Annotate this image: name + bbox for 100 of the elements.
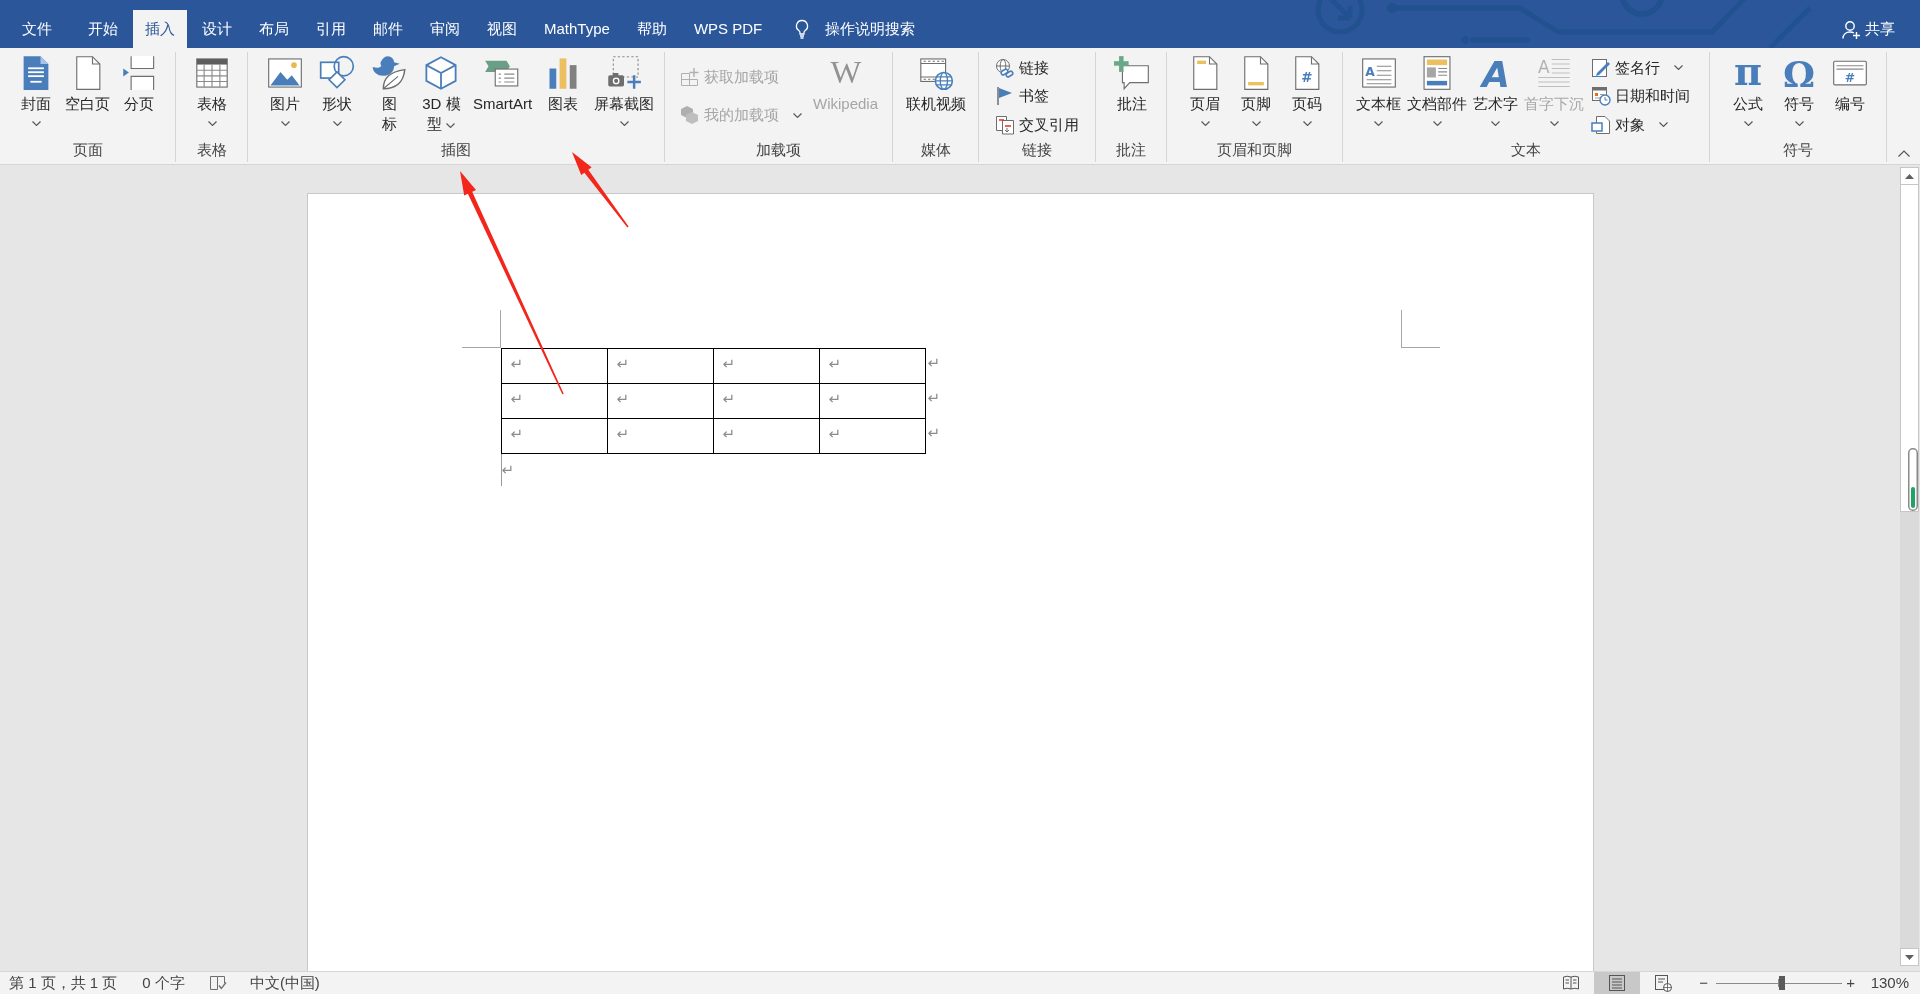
ribbon-button[interactable]: 3D 模型 xyxy=(417,52,466,140)
globe-chain-icon xyxy=(995,57,1015,78)
language[interactable]: 中文(中国) xyxy=(249,973,320,993)
ribbon-tab[interactable]: 文件 xyxy=(10,10,64,48)
zoom-slider[interactable] xyxy=(1715,976,1842,990)
ribbon-button[interactable]: 表格 xyxy=(188,52,236,140)
ribbon-tab[interactable]: WPS PDF xyxy=(681,10,775,48)
end-of-row-mark: ↵ xyxy=(927,353,941,373)
calendar-clock-icon xyxy=(1591,86,1611,106)
ribbon-tab[interactable]: 布局 xyxy=(247,10,301,48)
ribbon-button[interactable]: π 公式 xyxy=(1724,52,1772,140)
view-button[interactable] xyxy=(1593,972,1640,994)
omega-icon: Ω xyxy=(1781,55,1817,91)
ribbon-button[interactable]: 封面 xyxy=(12,52,60,140)
word-count: 0 个字 xyxy=(142,973,185,993)
caret-icon xyxy=(619,121,629,126)
ribbon-button[interactable]: 链接 xyxy=(991,54,1083,81)
wordart-icon: A xyxy=(1477,55,1514,91)
table-cell: ↵ xyxy=(818,418,926,454)
book-check-icon xyxy=(208,975,227,991)
group-label: 媒体 xyxy=(919,140,952,160)
picture-icon xyxy=(267,55,303,91)
zoom-level[interactable]: 130% xyxy=(1870,973,1909,993)
scroll-thumb[interactable] xyxy=(1900,185,1919,512)
text-box-icon: A xyxy=(1360,55,1397,91)
caret-icon xyxy=(1302,121,1312,126)
ribbon-button[interactable]: SmartArt xyxy=(469,52,536,140)
ribbon-tab[interactable]: 视图 xyxy=(475,10,529,48)
ribbon-button[interactable]: 联机视频 xyxy=(903,52,969,140)
ribbon-button[interactable]: 图表 xyxy=(539,52,588,140)
scroll-up-button[interactable] xyxy=(1900,167,1919,185)
cube-icon xyxy=(423,55,460,91)
ribbon-button[interactable]: 批注 xyxy=(1108,52,1156,140)
ribbon-button[interactable]: 交叉引用 xyxy=(991,111,1083,138)
caret-icon xyxy=(1374,121,1383,126)
page-lines-icon xyxy=(1607,974,1626,992)
table-cell: ↵ xyxy=(818,348,926,384)
shapes-icon xyxy=(319,55,355,91)
zoom-out-button[interactable]: − xyxy=(1695,973,1712,993)
group-label: 页眉和页脚 xyxy=(1216,140,1293,160)
ribbon-tab[interactable]: MathType xyxy=(532,10,622,48)
ribbon-button[interactable]: 书签 xyxy=(991,83,1083,109)
caret-icon xyxy=(1491,121,1500,126)
ribbon-button[interactable]: # 页码 xyxy=(1283,52,1331,140)
group-label: 表格 xyxy=(195,140,228,160)
ribbon-button[interactable]: A 文本框 xyxy=(1353,52,1404,140)
grid-plus-icon xyxy=(680,67,700,87)
end-of-row-mark: ↵ xyxy=(927,388,941,408)
ribbon-button[interactable]: 文档部件 xyxy=(1404,52,1470,140)
ribbon-button[interactable]: 对象 xyxy=(1587,111,1694,138)
scroll-down-button[interactable] xyxy=(1900,948,1919,966)
ribbon-button[interactable]: 图片 xyxy=(261,52,309,140)
ribbon-button[interactable]: 图标 xyxy=(365,52,413,140)
ribbon-button[interactable]: A 艺术字 xyxy=(1470,52,1521,140)
page-break-icon xyxy=(121,55,157,91)
share-button[interactable]: 共享 xyxy=(1842,10,1895,48)
ribbon-button[interactable]: Ω 符号 xyxy=(1775,52,1823,140)
caret-icon xyxy=(207,121,217,126)
ribbon-button[interactable]: 分页 xyxy=(115,52,163,140)
object-icon xyxy=(1591,114,1611,135)
signature-pen-icon xyxy=(1591,57,1611,78)
ribbon-tab[interactable]: 审阅 xyxy=(418,10,472,48)
ribbon-tab[interactable]: 引用 xyxy=(304,10,358,48)
camera-selection-icon xyxy=(606,55,643,91)
caret-icon xyxy=(1674,65,1683,70)
film-globe-icon xyxy=(918,55,954,91)
caret-icon xyxy=(280,121,290,126)
scroll-marker-icon xyxy=(1908,448,1918,511)
ribbon-tab[interactable]: 开始 xyxy=(76,10,130,48)
zoom-in-button[interactable]: + xyxy=(1842,973,1859,993)
group-label: 插图 xyxy=(440,140,472,160)
comment-plus-icon xyxy=(1114,55,1150,91)
ribbon-button[interactable]: 日期和时间 xyxy=(1587,83,1694,109)
ribbon-button[interactable]: 屏幕截图 xyxy=(591,52,658,140)
crop-mark xyxy=(1400,310,1440,348)
ribbon-button[interactable]: 空白页 xyxy=(62,52,113,140)
group-label: 加载项 xyxy=(755,140,802,160)
tell-me-search[interactable]: 操作说明搜索 xyxy=(794,10,916,48)
ribbon-tab[interactable]: 插入 xyxy=(133,10,187,48)
caret-icon xyxy=(1251,121,1261,126)
triangle-up-icon xyxy=(1905,173,1914,179)
table-cell: ↵ xyxy=(500,418,608,454)
ribbon-button[interactable]: 形状 xyxy=(313,52,361,140)
caret-icon xyxy=(1432,121,1442,126)
ribbon-tab[interactable]: 帮助 xyxy=(624,10,679,48)
ribbon-button[interactable]: # 编号 xyxy=(1826,52,1874,140)
group-label: 文本 xyxy=(1510,140,1542,160)
group-label: 批注 xyxy=(1115,140,1147,160)
ribbon-button[interactable]: 签名行 xyxy=(1587,54,1694,81)
ribbon-tab[interactable]: 设计 xyxy=(190,10,244,48)
end-of-row-mark: ↵ xyxy=(927,423,941,443)
chevron-up-icon xyxy=(1897,149,1910,157)
caret-icon xyxy=(1794,121,1804,126)
zoom-slider-thumb[interactable] xyxy=(1779,976,1786,990)
ribbon-button[interactable]: 页眉 xyxy=(1181,52,1229,140)
ribbon-tab[interactable]: 邮件 xyxy=(361,10,415,48)
cross-reference-icon xyxy=(995,114,1015,135)
letter-w-icon: W xyxy=(827,55,864,91)
ribbon-button[interactable]: 页脚 xyxy=(1232,52,1280,140)
caret-icon xyxy=(1743,121,1753,126)
